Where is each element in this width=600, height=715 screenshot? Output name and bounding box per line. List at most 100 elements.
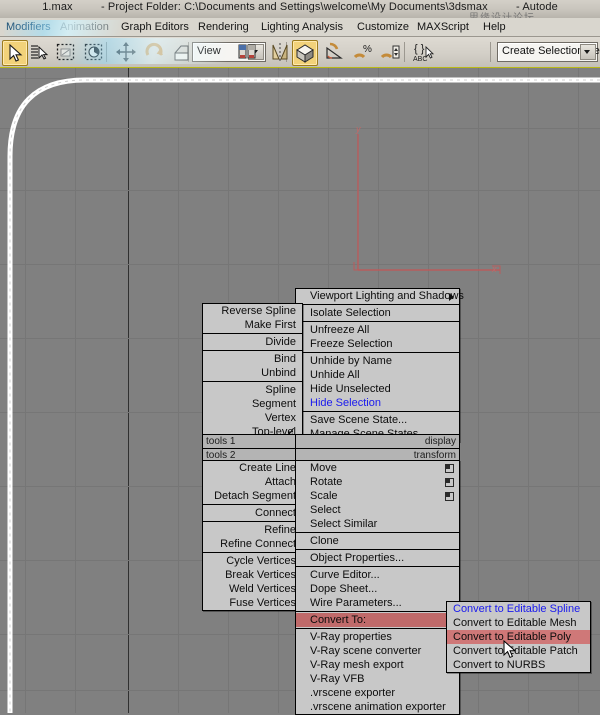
menu-item-convert-to-editable-mesh[interactable]: Convert to Editable Mesh [447, 616, 590, 630]
menu-item-lighting-analysis[interactable]: Lighting Analysis [259, 20, 345, 34]
select-and-rotate-tool[interactable] [142, 40, 166, 64]
layer-manager-button[interactable] [236, 40, 260, 64]
rectangular-select-region[interactable] [54, 40, 78, 64]
menu-item-unbind[interactable]: Unbind [203, 366, 302, 380]
window-crossing-toggle[interactable] [82, 40, 106, 64]
menu-item-label: Clone [310, 535, 339, 547]
menu-item-vertex[interactable]: Vertex [203, 411, 302, 425]
menu-item-curve-editor[interactable]: Curve Editor... [296, 568, 459, 582]
menu-item-segment[interactable]: Segment [203, 397, 302, 411]
menu-item-make-first[interactable]: Make First [203, 318, 302, 332]
menu-separator [296, 532, 459, 533]
menu-item-isolate-selection[interactable]: Isolate Selection [296, 306, 459, 320]
menu-item-label: Make First [244, 319, 296, 331]
menu-item-cycle-vertices[interactable]: Cycle Vertices [203, 554, 302, 568]
main-toolbar[interactable]: View Create Selection Set 3%{ }ABC [0, 37, 600, 68]
menu-item-v-ray-vfb[interactable]: V-Ray VFB [296, 672, 459, 686]
menu-item-rotate[interactable]: Rotate [296, 475, 459, 489]
menu-item-fuse-vertices[interactable]: Fuse Vertices [203, 596, 302, 610]
percent-snap-toggle[interactable]: % [350, 40, 374, 64]
quad-menu-transform[interactable]: Move Rotate Scale Select Select Similar Clone… [295, 460, 460, 715]
svg-text:ABC: ABC [413, 56, 427, 63]
menu-item-convert-to-editable-poly[interactable]: Convert to Editable Poly [447, 630, 590, 644]
menu-item-convert-to[interactable]: Convert To: [296, 613, 459, 627]
menu-item-convert-to-editable-spline[interactable]: Convert to Editable Spline [447, 602, 590, 616]
create-selection-set-input[interactable]: Create Selection Set [497, 42, 600, 62]
menu-item-hide-unselected[interactable]: Hide Unselected [296, 382, 459, 396]
chevron-down-icon[interactable] [580, 44, 596, 60]
convert-to-submenu[interactable]: Convert to Editable Spline Convert to Edi… [446, 601, 591, 673]
menu-item-animation[interactable]: Animation [58, 20, 111, 34]
menu-item-help[interactable]: Help [481, 20, 508, 34]
select-and-move-tool[interactable] [114, 40, 138, 64]
dialog-settings-icon[interactable] [445, 478, 454, 487]
menu-item-unhide-by-name[interactable]: Unhide by Name [296, 354, 459, 368]
menu-item-label: Cycle Vertices [226, 555, 296, 567]
quad-menu-tools1[interactable]: Reverse Spline Make First Divide Bind Unbind… [202, 303, 303, 440]
dialog-settings-icon[interactable] [445, 464, 454, 473]
menu-item-detach-segment[interactable]: Detach Segment [203, 489, 302, 503]
menu-item-convert-to-nurbs[interactable]: Convert to NURBS [447, 658, 590, 672]
menu-item-connect[interactable]: Connect [203, 506, 302, 520]
menu-item-move[interactable]: Move [296, 461, 459, 475]
menu-item-freeze-selection[interactable]: Freeze Selection [296, 337, 459, 351]
menu-item-v-ray-scene-converter[interactable]: V-Ray scene converter [296, 644, 459, 658]
menu-item-spline[interactable]: Spline [203, 383, 302, 397]
quad-menu-display[interactable]: Viewport Lighting and Shadows Isolate Sel… [295, 288, 464, 442]
menu-item-customize[interactable]: Customize [355, 20, 411, 34]
named-selection-tool[interactable]: { } ABC [412, 40, 436, 64]
menu-item-select-similar[interactable]: Select Similar [296, 517, 459, 531]
menu-item-clone[interactable]: Clone [296, 534, 459, 548]
menu-item-label: Save Scene State... [310, 414, 408, 426]
main-menu-bar[interactable]: Modifiers Animation Graph Editors Rendering… [0, 18, 600, 37]
menu-item-save-scene-state[interactable]: Save Scene State... [296, 413, 459, 427]
menu-item-object-properties[interactable]: Object Properties... [296, 551, 459, 565]
menu-item-v-ray-properties[interactable]: V-Ray properties [296, 630, 459, 644]
menu-item-wire-parameters[interactable]: Wire Parameters... [296, 596, 459, 610]
menu-item-viewport-lighting-and-shadows[interactable]: Viewport Lighting and Shadows [296, 289, 464, 303]
menu-item-create-line[interactable]: Create Line [203, 461, 302, 475]
menu-item-reverse-spline[interactable]: Reverse Spline [203, 304, 302, 318]
select-object-tool[interactable] [2, 40, 28, 66]
select-and-scale-tool[interactable] [170, 40, 194, 64]
menu-item-select[interactable]: Select [296, 503, 459, 517]
select-by-name-tool[interactable] [28, 40, 52, 64]
menu-item-label: V-Ray properties [310, 631, 392, 643]
menu-item-attach[interactable]: Attach [203, 475, 302, 489]
menu-item-modifiers[interactable]: Modifiers [4, 20, 53, 34]
menu-item-vrscene-exporter[interactable]: .vrscene exporter [296, 686, 459, 700]
menu-item-refine[interactable]: Refine [203, 523, 302, 537]
menu-item-label: Connect [255, 507, 296, 519]
render-setup-button[interactable] [292, 40, 318, 66]
menu-item-convert-to-editable-patch[interactable]: Convert to Editable Patch [447, 644, 590, 658]
menu-item-hide-selection[interactable]: Hide Selection [296, 396, 459, 410]
menu-item-label: Isolate Selection [310, 307, 391, 319]
menu-item-label: Move [310, 462, 337, 474]
dialog-settings-icon[interactable] [445, 492, 454, 501]
menu-item-unhide-all[interactable]: Unhide All [296, 368, 459, 382]
menu-item-weld-vertices[interactable]: Weld Vertices [203, 582, 302, 596]
menu-item-refine-connect[interactable]: Refine Connect [203, 537, 302, 551]
menu-item-maxscript[interactable]: MAXScript [415, 20, 471, 34]
menu-item-v-ray-mesh-export[interactable]: V-Ray mesh export [296, 658, 459, 672]
spinner-snap-toggle[interactable] [378, 40, 402, 64]
menu-item-label: Freeze Selection [310, 338, 393, 350]
menu-item-dope-sheet[interactable]: Dope Sheet... [296, 582, 459, 596]
menu-item-vrscene-animation-exporter[interactable]: .vrscene animation exporter [296, 700, 459, 714]
menu-separator [296, 411, 459, 412]
menu-item-label: Segment [251, 398, 296, 410]
menu-item-graph-editors[interactable]: Graph Editors [119, 20, 191, 34]
menu-item-label: Scale [310, 490, 338, 502]
menu-item-unfreeze-all[interactable]: Unfreeze All [296, 323, 459, 337]
menu-item-bind[interactable]: Bind [203, 352, 302, 366]
axis-x-label: x [492, 264, 497, 274]
menu-item-label: Break Vertices [225, 569, 296, 581]
menu-item-divide[interactable]: Divide [203, 335, 302, 349]
menu-item-scale[interactable]: Scale [296, 489, 459, 503]
angle-snap-toggle[interactable] [322, 40, 346, 64]
menu-item-label: Curve Editor... [310, 569, 380, 581]
mirror-tool[interactable] [268, 40, 292, 64]
menu-item-break-vertices[interactable]: Break Vertices [203, 568, 302, 582]
quad-menu-tools2[interactable]: Create Line Attach Detach Segment Connect Re… [202, 460, 303, 611]
menu-item-rendering[interactable]: Rendering [196, 20, 251, 34]
